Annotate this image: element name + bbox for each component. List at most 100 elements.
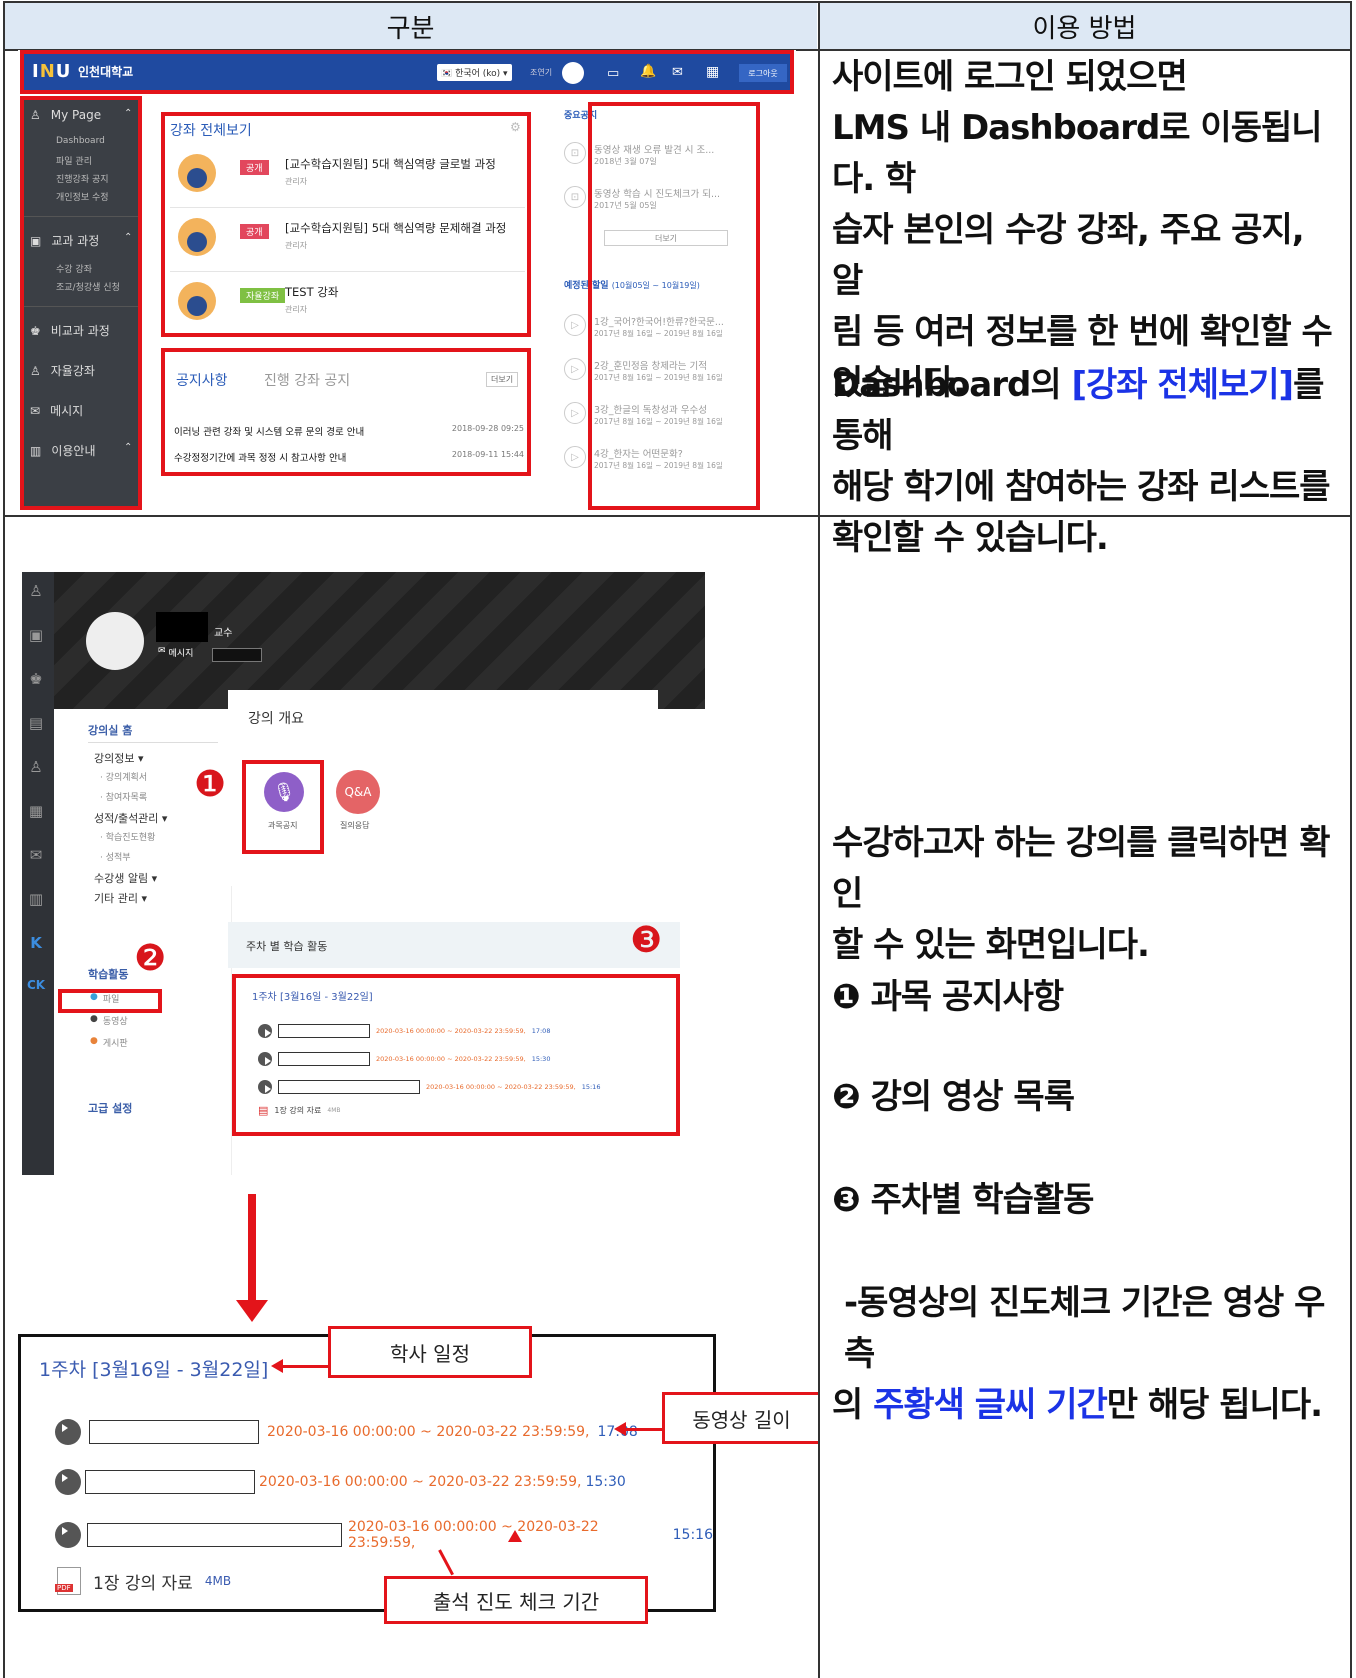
note-highlight: 주황색 글씨 기간 bbox=[873, 1385, 1108, 1425]
arrow-head bbox=[236, 1300, 268, 1322]
note-post: 만 해당 됩니다. bbox=[1106, 1385, 1323, 1425]
row2-description: 수강하고자 하는 강의를 클릭하면 확인 할 수 있는 화면입니다. bbox=[832, 818, 1342, 971]
video-menu-highlight bbox=[58, 989, 162, 1013]
lock-icon: ⊡ bbox=[564, 142, 586, 164]
qna-app-label: 질의응답 bbox=[340, 821, 370, 830]
row1-desc2-line2: 해당 학기에 참여하는 강좌 리스트를 bbox=[832, 467, 1331, 507]
video-dot-icon: ● bbox=[90, 1014, 98, 1024]
zoom-file-name: 1장 강의 자료 bbox=[93, 1573, 193, 1594]
play-icon: ▷ bbox=[564, 446, 586, 468]
callout-length: 동영상 길이 bbox=[662, 1392, 818, 1444]
professor-avatar bbox=[86, 612, 144, 670]
grid-mid bbox=[818, 1, 820, 1678]
row2-note-line2: 의 주황색 글씨 기간만 해당 됩니다. bbox=[832, 1380, 1344, 1431]
menu-activity-board[interactable]: ● 게시판 bbox=[90, 1036, 128, 1049]
reader-icon[interactable]: ▤ bbox=[22, 714, 50, 732]
menu-info[interactable]: 강의정보 ▾ bbox=[94, 750, 144, 766]
desc2-highlight: [강좌 전체보기] bbox=[1071, 365, 1294, 405]
k-logo-icon[interactable]: K bbox=[22, 934, 50, 952]
menu-activity[interactable]: 학습활동 bbox=[88, 966, 128, 982]
menu-activity-video[interactable]: ● 동영상 bbox=[90, 1014, 128, 1027]
zoom-file-row[interactable]: PDF 1장 강의 자료 4MB bbox=[55, 1567, 232, 1595]
notices-highlight bbox=[161, 348, 531, 476]
play-icon[interactable] bbox=[55, 1419, 81, 1445]
zoom-video-dates: 2020-03-16 00:00:00 ~ 2020-03-22 23:59:5… bbox=[267, 1424, 590, 1440]
row1-line1: 사이트에 로그인 되었으면 bbox=[832, 57, 1188, 97]
qna-app-icon[interactable]: Q&A bbox=[336, 770, 380, 814]
ck-logo-icon[interactable]: CK bbox=[22, 978, 50, 992]
zoom-video-dates: 2020-03-16 00:00:00 ~ 2020-03-22 23:59:5… bbox=[259, 1474, 582, 1490]
professor-label: 교수 bbox=[214, 628, 233, 639]
calendar-icon[interactable]: ▦ bbox=[22, 802, 50, 820]
header-right-cell: 이용 방법 bbox=[819, 2, 1350, 50]
dashboard-screenshot: INU 인천대학교 🇰🇷 한국어 (ko) ▾ 조연기 ▭ 🔔 ✉ ▦ 로그아웃… bbox=[18, 50, 796, 512]
schedule-arrow bbox=[277, 1365, 331, 1368]
row2-item1: ❶ 과목 공지사항 bbox=[832, 977, 1064, 1017]
zoom-video-row[interactable]: 2020-03-16 00:00:00 ~ 2020-03-22 23:59:5… bbox=[55, 1519, 713, 1551]
left-icon-strip: ♙ ▣ ♚ ▤ ♙ ▦ ✉ ▥ K CK bbox=[22, 572, 54, 1175]
row2-line1: 수강하고자 하는 강의를 클릭하면 확인 bbox=[832, 823, 1331, 914]
zoom-video-row[interactable]: 2020-03-16 00:00:00 ~ 2020-03-22 23:59:5… bbox=[55, 1469, 626, 1495]
menu-divider bbox=[88, 742, 218, 743]
person-icon[interactable]: ♙ bbox=[22, 582, 50, 600]
video-title-redaction bbox=[85, 1470, 255, 1494]
weekly-header: 주차 별 학습 활동 bbox=[228, 922, 680, 968]
person-icon[interactable]: ♙ bbox=[22, 758, 50, 776]
header-right-text: 이용 방법 bbox=[1032, 13, 1137, 44]
course-page-screenshot: ♙ ▣ ♚ ▤ ♙ ▦ ✉ ▥ K CK 교수 ✉ 메시지 강의실 홈 강의정보 … bbox=[22, 572, 705, 1212]
menu-grade[interactable]: 성적/출석관리 ▾ bbox=[94, 810, 167, 826]
play-icon[interactable] bbox=[55, 1522, 81, 1548]
row1-line2: LMS 내 Dashboard로 이동됩니다. 학 bbox=[832, 108, 1323, 199]
pdf-label: PDF bbox=[55, 1584, 73, 1592]
book-icon[interactable]: ▣ bbox=[22, 626, 50, 644]
play-icon: ▷ bbox=[564, 314, 586, 336]
sidebar-highlight bbox=[20, 96, 142, 510]
number-3-marker: ❸ bbox=[630, 920, 663, 961]
row1-desc2-line1: Dashboard의 [강좌 전체보기]를 통해 bbox=[832, 360, 1342, 462]
number-1-marker: ❶ bbox=[194, 764, 227, 805]
row2-note: -동영상의 진도체크 기간은 영상 우측 의 주황색 글씨 기간만 해당 됩니다… bbox=[832, 1278, 1344, 1431]
menu-info-item[interactable]: · 강의계획서 bbox=[100, 770, 147, 783]
map-icon[interactable]: ▥ bbox=[22, 890, 50, 908]
menu-grade-item[interactable]: · 학습진도현황 bbox=[100, 830, 155, 843]
mail-icon[interactable]: ✉ bbox=[22, 846, 50, 864]
menu-home[interactable]: 강의실 홈 bbox=[88, 722, 132, 738]
callout-length-text: 동영상 길이 bbox=[692, 1407, 791, 1432]
notice-icon-highlight bbox=[242, 760, 324, 854]
row2-item2: ❷ 강의 영상 목록 bbox=[832, 1077, 1075, 1117]
weekly-title: 주차 별 학습 활동 bbox=[246, 940, 328, 953]
row1-desc2-line3: 확인할 수 있습니다. bbox=[832, 518, 1109, 558]
overview-title: 강의 개요 bbox=[248, 711, 304, 727]
row2-note-line1: -동영상의 진도체크 기간은 영상 우측 bbox=[844, 1283, 1325, 1374]
callout-period-text: 출석 진도 체크 기간 bbox=[432, 1589, 600, 1614]
topbar-highlight bbox=[20, 50, 794, 94]
length-arrow bbox=[626, 1428, 664, 1431]
zoom-file-size: 4MB bbox=[204, 1574, 232, 1588]
play-icon[interactable] bbox=[55, 1469, 81, 1495]
period-arrowhead bbox=[508, 1530, 522, 1542]
menu-grade-item[interactable]: · 성적부 bbox=[100, 850, 131, 863]
profile-header: 교수 ✉ 메시지 bbox=[54, 572, 705, 709]
group-icon[interactable]: ♚ bbox=[22, 670, 50, 688]
mail-icon: ✉ bbox=[158, 646, 166, 656]
menu-info-item[interactable]: · 참여자목록 bbox=[100, 790, 147, 803]
right-panel-highlight bbox=[588, 102, 760, 510]
menu-etc[interactable]: 기타 관리 ▾ bbox=[94, 890, 147, 906]
courses-highlight bbox=[161, 112, 531, 337]
row1-description2: Dashboard의 [강좌 전체보기]를 통해 해당 학기에 참여하는 강좌 … bbox=[832, 360, 1342, 564]
desc2-pre: Dashboard의 bbox=[832, 365, 1072, 405]
zoom-video-row[interactable]: 2020-03-16 00:00:00 ~ 2020-03-22 23:59:5… bbox=[55, 1419, 638, 1445]
note-pre: 의 bbox=[832, 1385, 874, 1425]
callout-schedule: 학사 일정 bbox=[328, 1326, 532, 1378]
row1-line4: 림 등 여러 정보를 한 번에 확인할 수 bbox=[832, 312, 1333, 352]
grid-right bbox=[1350, 1, 1352, 1678]
qna-app-text: Q&A bbox=[344, 785, 372, 799]
row1-description: 사이트에 로그인 되었으면 LMS 내 Dashboard로 이동됩니다. 학 … bbox=[832, 52, 1342, 409]
row2-item3: ❸ 주차별 학습활동 bbox=[832, 1180, 1094, 1220]
pdf-icon: PDF bbox=[55, 1567, 81, 1595]
row1-line3: 습자 본인의 수강 강좌, 주요 공지, 알 bbox=[832, 210, 1305, 301]
menu-notify[interactable]: 수강생 알림 ▾ bbox=[94, 870, 157, 886]
message-link[interactable]: ✉ 메시지 bbox=[158, 646, 193, 659]
callout-schedule-text: 학사 일정 bbox=[390, 1341, 470, 1366]
menu-advanced[interactable]: 고급 설정 bbox=[88, 1100, 132, 1116]
